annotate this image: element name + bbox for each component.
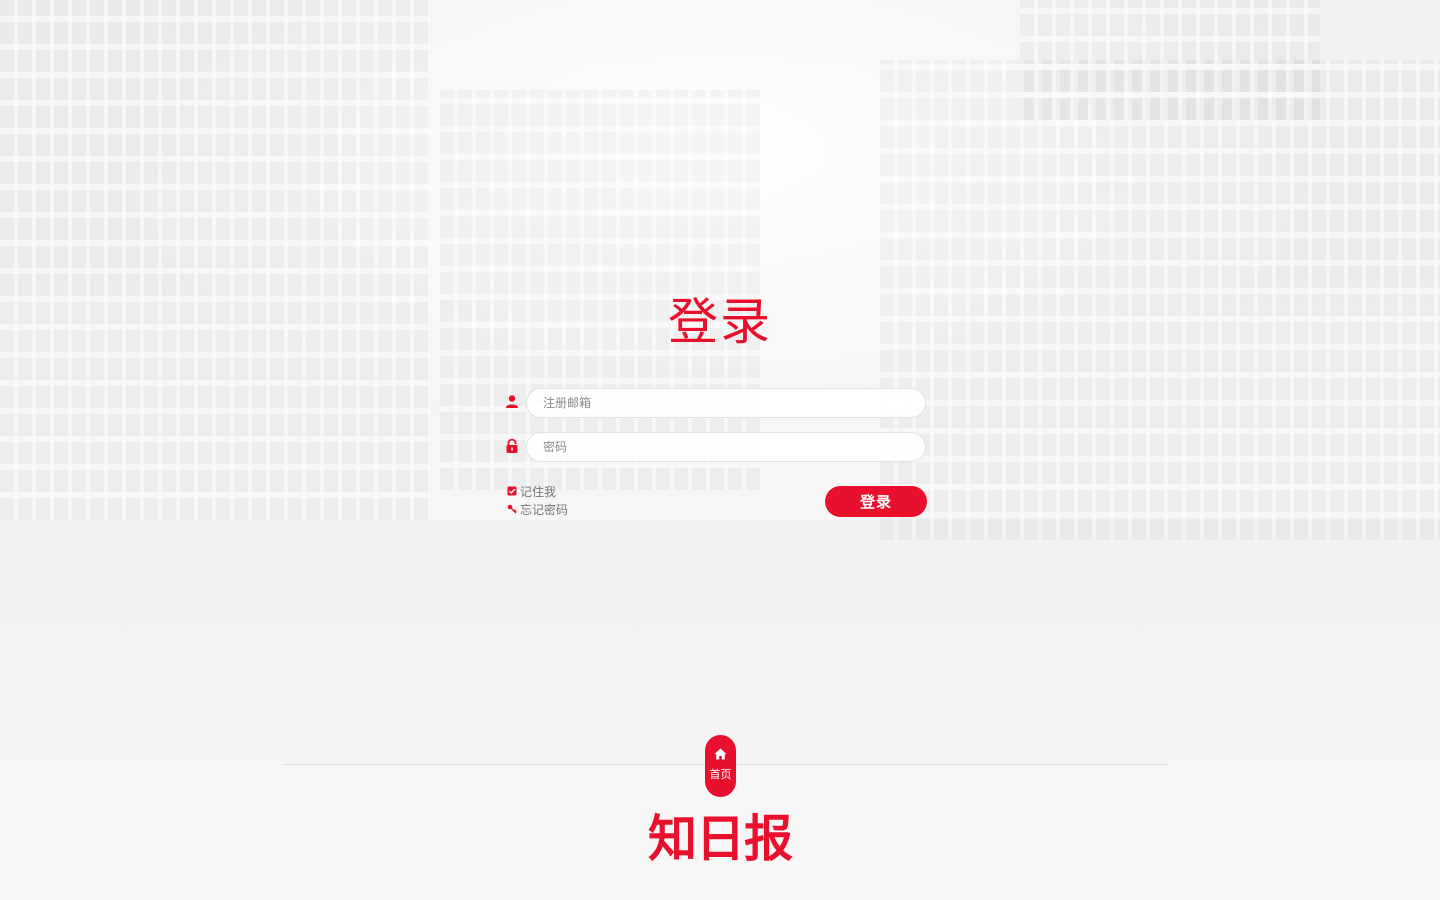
forgot-password-label: 忘记密码 bbox=[520, 502, 569, 517]
remember-me-checkbox[interactable]: 记住我 bbox=[507, 483, 556, 499]
password-field[interactable] bbox=[526, 432, 926, 462]
key-icon bbox=[507, 504, 517, 514]
remember-me-label: 记住我 bbox=[520, 484, 557, 499]
password-row bbox=[505, 432, 927, 464]
forgot-password-link[interactable]: 忘记密码 bbox=[507, 501, 568, 517]
background-building bbox=[0, 0, 430, 520]
login-button[interactable]: 登录 bbox=[825, 486, 927, 517]
home-icon bbox=[714, 748, 727, 760]
email-row bbox=[505, 388, 927, 420]
email-field[interactable] bbox=[526, 388, 926, 418]
background-building bbox=[440, 90, 760, 490]
home-button[interactable]: 首页 bbox=[705, 735, 736, 797]
page-title: 登录 bbox=[668, 293, 772, 351]
background-building bbox=[1020, 0, 1320, 120]
checkbox-checked-icon bbox=[507, 486, 517, 496]
home-label: 首页 bbox=[709, 768, 732, 781]
brand-logo: 知日报 bbox=[647, 810, 793, 868]
lock-icon bbox=[506, 438, 518, 453]
user-icon bbox=[506, 395, 518, 408]
